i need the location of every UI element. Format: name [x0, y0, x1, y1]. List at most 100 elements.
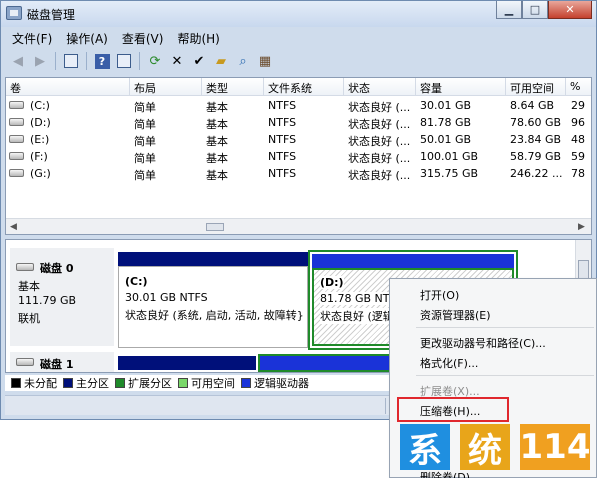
cell-layout: 简单	[134, 118, 156, 131]
partition-d-label: (D:)	[320, 276, 344, 289]
cell-layout: 简单	[134, 135, 156, 148]
cell-type: 基本	[206, 135, 228, 148]
table-row[interactable]: (G:) 简单 基本 NTFS 状态良好 (... 315.75 GB 246.…	[6, 165, 591, 182]
properties-icon[interactable]	[115, 52, 133, 70]
cell-filesystem: NTFS	[268, 133, 297, 146]
legend-swatch	[178, 378, 188, 388]
table-row[interactable]: (E:) 简单 基本 NTFS 状态良好 (... 50.01 GB 23.84…	[6, 131, 591, 148]
find-icon[interactable]: ⌕	[234, 52, 252, 70]
cell-status: 状态良好 (...	[348, 169, 411, 182]
cell-type: 基本	[206, 101, 228, 114]
drive-icon	[9, 101, 24, 109]
minimize-button[interactable]: ▁	[496, 1, 522, 19]
menu-file[interactable]: 文件(F)	[5, 27, 59, 47]
disk-1-info[interactable]: 磁盘 1	[10, 352, 114, 372]
cell-filesystem: NTFS	[268, 167, 297, 180]
legend-label: 可用空间	[191, 377, 235, 390]
watermark-logo-char-2: 统	[460, 424, 510, 471]
partition-c-header-bar	[118, 252, 308, 266]
column-header-layout[interactable]: 布局	[130, 78, 202, 96]
scroll-right-icon[interactable]: ▶	[578, 222, 585, 232]
cell-percent: 59	[571, 150, 585, 163]
help-icon[interactable]: ?	[93, 52, 111, 70]
menu-item-explorer[interactable]: 资源管理器(E)	[420, 307, 491, 323]
legend-item: 可用空间	[178, 375, 235, 391]
legend-label: 未分配	[24, 377, 57, 390]
disk-0-size: 111.79 GB	[18, 294, 77, 307]
disk-0-name: 磁盘 0	[40, 262, 74, 275]
cell-volume: (C:)	[30, 99, 50, 112]
open-folder-icon[interactable]: ▰	[212, 52, 230, 70]
menu-item-change-drive-letter[interactable]: 更改驱动器号和路径(C)...	[420, 335, 546, 351]
menu-item-format[interactable]: 格式化(F)...	[420, 355, 478, 371]
cell-layout: 简单	[134, 152, 156, 165]
partition-c[interactable]: (C:) 30.01 GB NTFS 状态良好 (系统, 启动, 活动, 故障转…	[118, 266, 308, 348]
drive-icon	[9, 169, 24, 177]
legend-label: 逻辑驱动器	[254, 377, 309, 390]
title-bar: 磁盘管理 ▁ □ ✕	[1, 1, 596, 27]
table-row[interactable]: (F:) 简单 基本 NTFS 状态良好 (... 100.01 GB 58.7…	[6, 148, 591, 165]
cell-capacity: 50.01 GB	[420, 133, 472, 146]
scroll-thumb[interactable]	[206, 223, 224, 231]
partition-c-status: 状态良好 (系统, 启动, 活动, 故障转}	[125, 309, 304, 322]
delete-icon[interactable]: ✕	[168, 52, 186, 70]
cell-filesystem: NTFS	[268, 99, 297, 112]
disk-properties-icon[interactable]: ▦	[256, 52, 274, 70]
table-row[interactable]: (D:) 简单 基本 NTFS 状态良好 (... 81.78 GB 78.60…	[6, 114, 591, 131]
menu-view[interactable]: 查看(V)	[115, 27, 171, 47]
column-header-status[interactable]: 状态	[344, 78, 416, 96]
disk-icon	[16, 263, 34, 271]
cell-capacity: 100.01 GB	[420, 150, 479, 163]
column-header-filesystem[interactable]: 文件系统	[264, 78, 344, 96]
toolbar-separator	[139, 52, 140, 70]
toolbar-separator	[55, 52, 56, 70]
close-button[interactable]: ✕	[548, 1, 592, 19]
disk-management-app-icon	[6, 6, 22, 20]
cell-type: 基本	[206, 169, 228, 182]
back-arrow-icon[interactable]: ◀	[9, 52, 27, 70]
legend-label: 主分区	[76, 377, 109, 390]
cell-free-space: 58.79 GB	[510, 150, 562, 163]
cell-capacity: 30.01 GB	[420, 99, 472, 112]
forward-arrow-icon[interactable]: ▶	[31, 52, 49, 70]
cell-volume: (F:)	[30, 150, 48, 163]
volume-list: 卷 布局 类型 文件系统 状态 容量 可用空间 % (C:) 简单 基本 NTF…	[5, 77, 592, 235]
maximize-button[interactable]: □	[522, 1, 548, 19]
cell-capacity: 315.75 GB	[420, 167, 479, 180]
toolbar-separator	[86, 52, 87, 70]
cell-free-space: 78.60 GB	[510, 116, 562, 129]
menu-item-open[interactable]: 打开(O)	[420, 287, 459, 303]
partition-c-label: (C:)	[125, 275, 148, 288]
check-icon[interactable]: ✔	[190, 52, 208, 70]
legend-swatch	[115, 378, 125, 388]
toolbar: ◀ ▶ ? ⟳ ✕ ✔ ▰ ⌕ ▦	[5, 49, 592, 73]
cell-free-space: 246.22 ...	[510, 167, 563, 180]
status-separator	[385, 398, 386, 414]
scroll-left-icon[interactable]: ◀	[10, 222, 17, 232]
cell-percent: 78	[571, 167, 585, 180]
drive-icon	[9, 152, 24, 160]
column-header-volume[interactable]: 卷	[6, 78, 130, 96]
horizontal-scrollbar[interactable]: ◀ ▶	[6, 218, 591, 234]
cell-free-space: 23.84 GB	[510, 133, 562, 146]
drive-icon	[9, 118, 24, 126]
console-tree-icon[interactable]	[62, 52, 80, 70]
refresh-icon[interactable]: ⟳	[146, 52, 164, 70]
cell-layout: 简单	[134, 169, 156, 182]
column-header-capacity[interactable]: 容量	[416, 78, 506, 96]
menu-separator	[416, 375, 594, 376]
menu-action[interactable]: 操作(A)	[59, 27, 115, 47]
disk-0-info[interactable]: 磁盘 0 基本 111.79 GB 联机	[10, 248, 114, 346]
cell-filesystem: NTFS	[268, 116, 297, 129]
cell-status: 状态良好 (...	[348, 118, 411, 131]
cell-percent: 29	[571, 99, 585, 112]
legend-item: 扩展分区	[115, 375, 172, 391]
legend-item: 主分区	[63, 375, 109, 391]
cell-percent: 96	[571, 116, 585, 129]
column-header-percent[interactable]: %	[566, 78, 591, 96]
legend-item: 逻辑驱动器	[241, 375, 309, 391]
column-header-type[interactable]: 类型	[202, 78, 264, 96]
column-header-free-space[interactable]: 可用空间	[506, 78, 566, 96]
table-row[interactable]: (C:) 简单 基本 NTFS 状态良好 (... 30.01 GB 8.64 …	[6, 97, 591, 114]
menu-help[interactable]: 帮助(H)	[170, 27, 226, 47]
